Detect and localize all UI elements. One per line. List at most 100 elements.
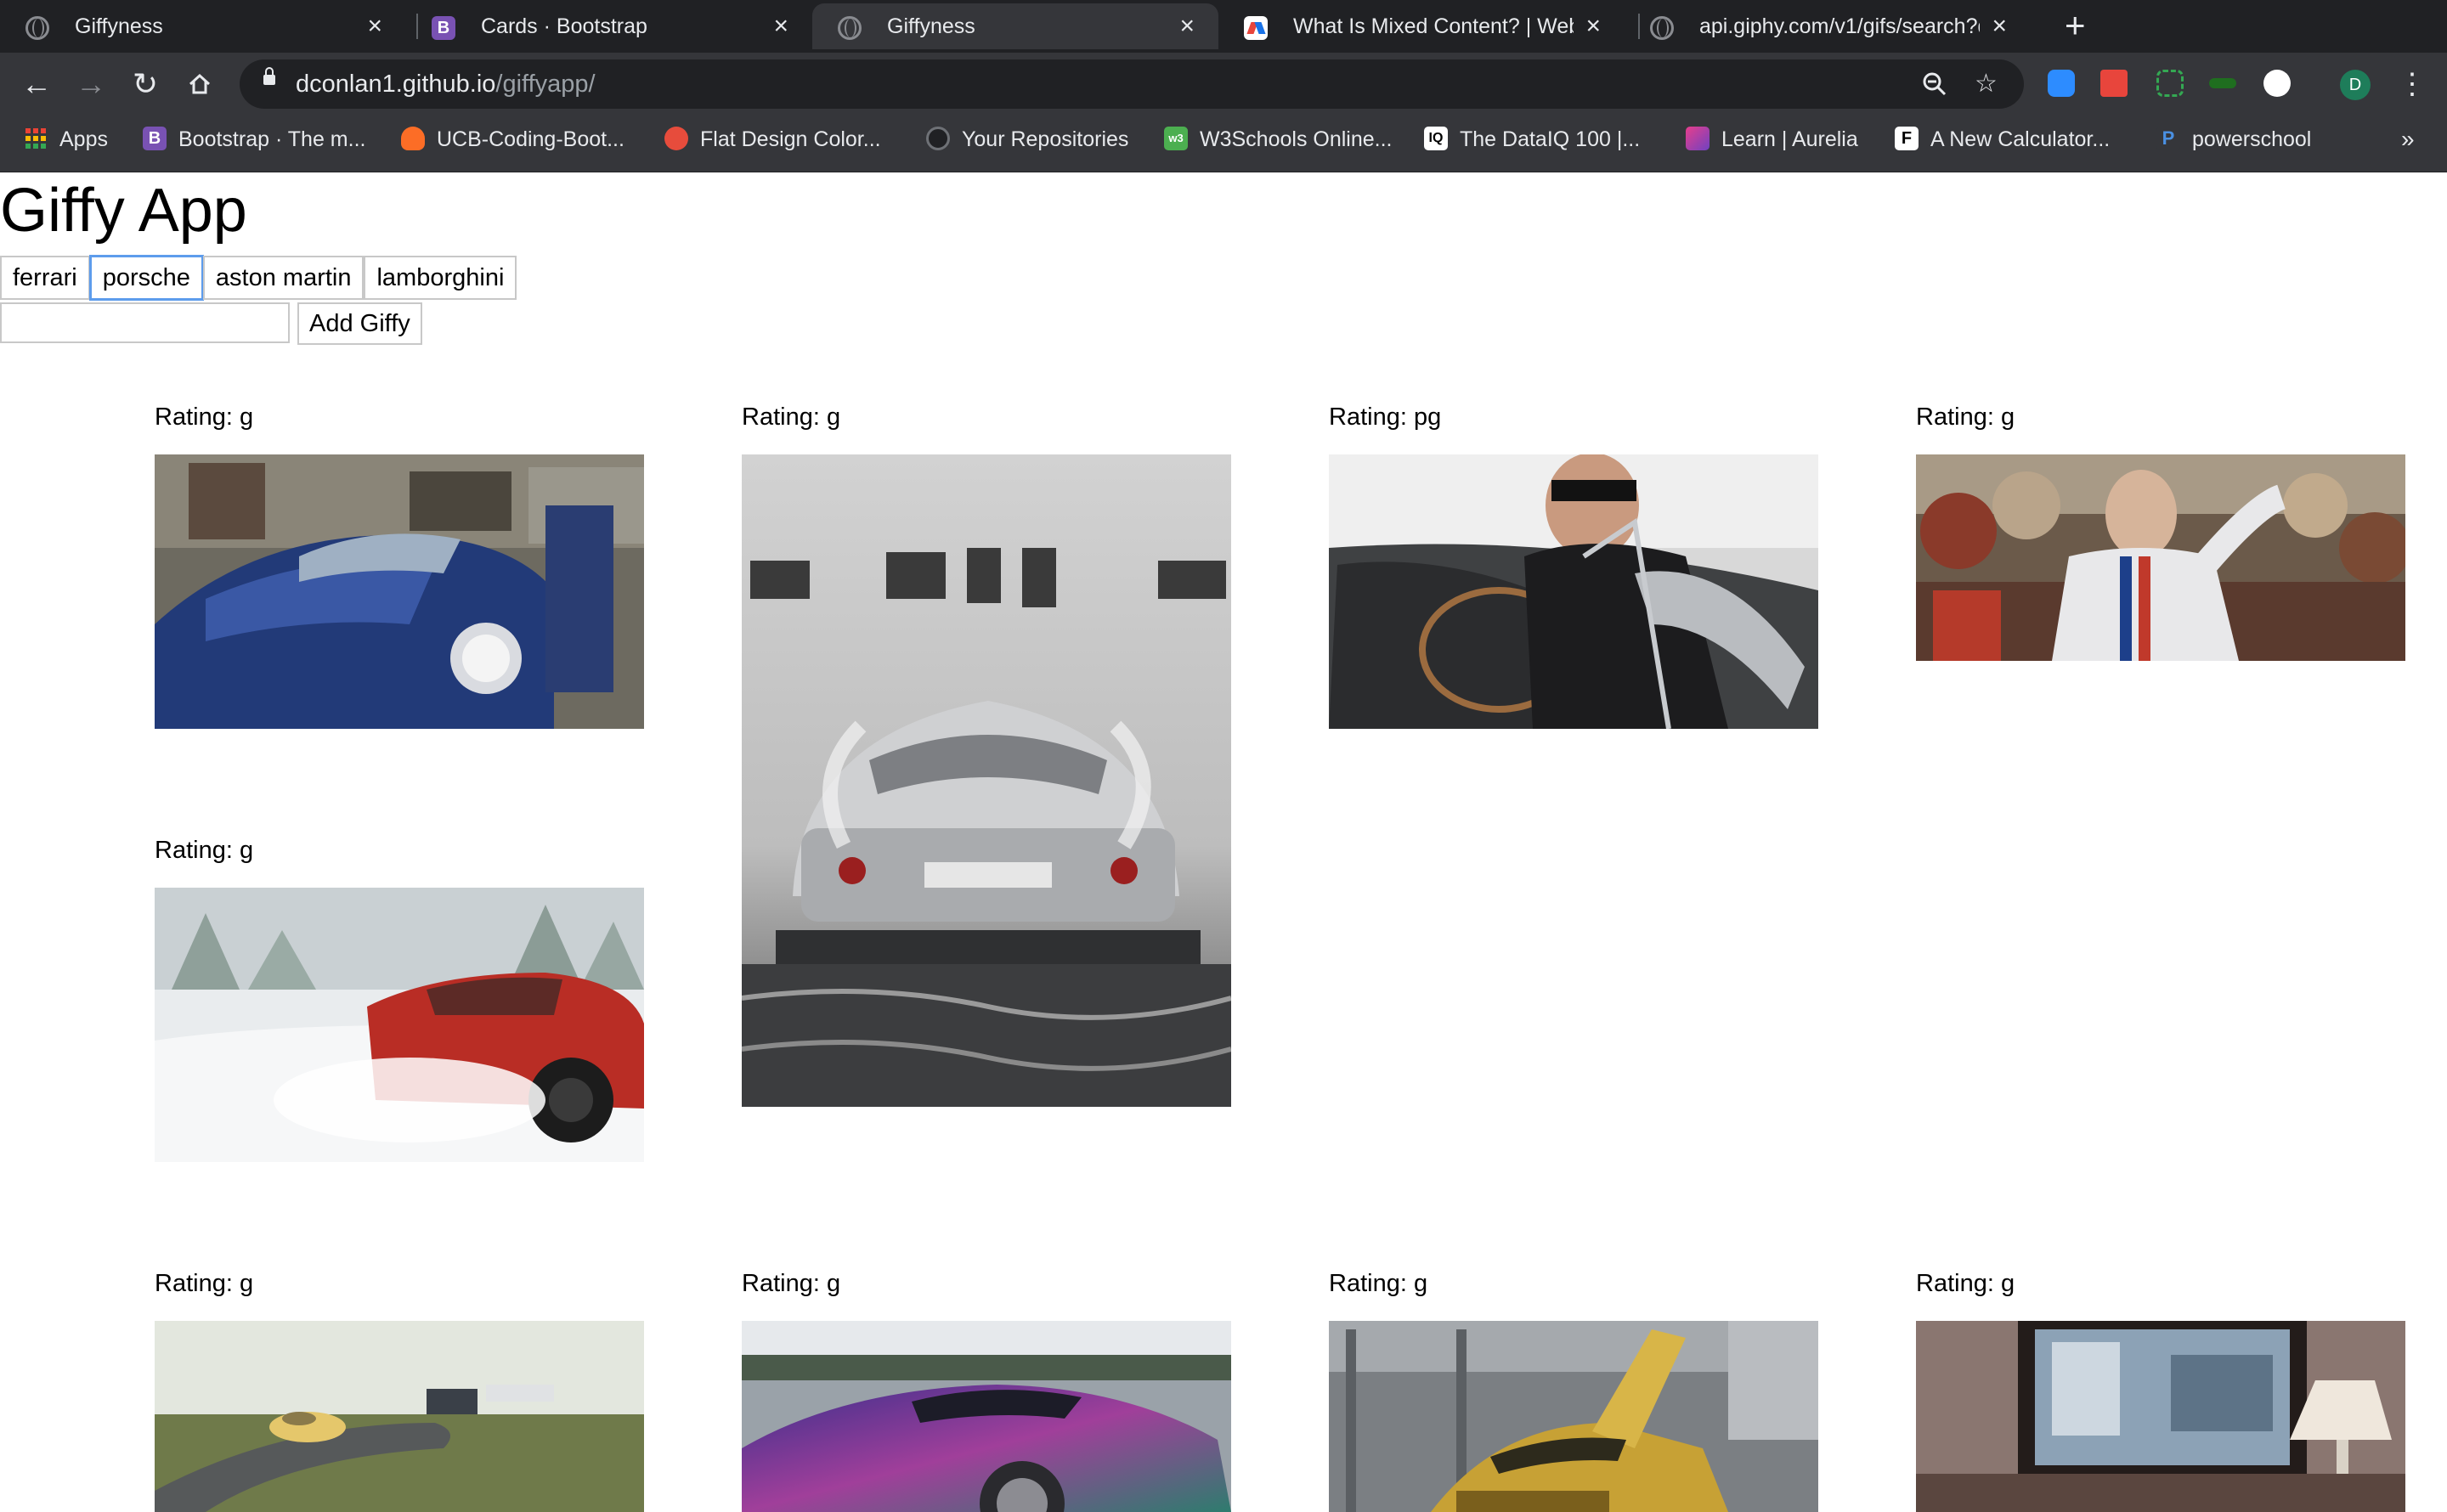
bookmark-ucb-coding[interactable]: UCB-Coding-Boot... [401,116,624,163]
gif-rating: Rating: g [742,1270,841,1297]
gif-image[interactable] [155,1321,644,1512]
close-tab-icon[interactable]: × [1585,3,1601,49]
bookmark-repositories[interactable]: Your Repositories [926,116,1128,163]
aurelia-icon [1686,127,1710,151]
bookmark-apps[interactable]: Apps [24,116,108,163]
gitlab-icon [401,127,425,151]
bookmark-w3schools[interactable]: w3 W3Schools Online... [1164,116,1393,163]
gif-image[interactable] [1329,1321,1818,1512]
bookmarks-bar: Apps B Bootstrap · The m... UCB-Coding-Bo… [0,116,2447,172]
bookmark-star-icon[interactable]: ☆ [1975,70,1998,99]
bookmark-label: The DataIQ 100 |... [1460,127,1641,151]
url-host: dconlan1.github.io [296,71,496,98]
gif-image[interactable] [155,888,644,1162]
tab-title: Giffyness [75,14,163,38]
browser-tab-5[interactable]: api.giphy.com/v1/gifs/search?q × [1625,3,2031,49]
f-icon: F [1895,127,1919,151]
page-title: Giffy App [0,177,247,245]
gif-rating: Rating: g [1916,1270,2015,1297]
profile-avatar[interactable]: D [2340,70,2371,100]
bookmark-label: Bootstrap · The m... [178,127,366,151]
browser-tab-3-active[interactable]: Giffyness × [812,3,1218,49]
gif-rating: Rating: pg [1329,403,1442,431]
topic-button-ferrari[interactable]: ferrari [0,256,90,300]
dataiq-icon: IQ [1424,127,1448,151]
bootstrap-icon: B [143,127,167,151]
bookmark-powerschool[interactable]: Ppowerschool [2156,116,2311,163]
tab-title: Giffyness [887,14,975,38]
gif-rating: Rating: g [1329,1270,1428,1297]
bookmarks-overflow-icon[interactable]: » [2401,116,2415,163]
globe-icon [25,16,49,40]
close-tab-icon[interactable]: × [773,3,788,49]
gif-rating: Rating: g [155,837,254,864]
bookmark-label: Your Repositories [962,127,1129,151]
browser-tab-strip: Giffyness × B Cards · Bootstrap × Giffyn… [0,0,2447,53]
new-topic-input[interactable] [0,302,290,343]
forward-arrow-icon[interactable]: → [68,61,114,107]
tab-title: What Is Mixed Content? | Web [1293,14,1574,38]
close-tab-icon[interactable]: × [1179,3,1195,49]
gif-image[interactable] [1916,1321,2405,1512]
bookmark-label: W3Schools Online... [1200,127,1393,151]
bookmark-label: Flat Design Color... [700,127,881,151]
zoom-icon[interactable] [1922,70,1947,104]
browser-tab-1[interactable]: Giffyness × [0,3,406,49]
gif-rating: Rating: g [155,403,254,431]
close-tab-icon[interactable]: × [1992,3,2007,49]
extension-icon[interactable] [2263,70,2291,97]
gif-image[interactable] [1329,454,1818,729]
bookmark-flat-design[interactable]: Flat Design Color... [664,116,881,163]
topic-button-porsche[interactable]: porsche [88,255,204,301]
zoom-extension-icon[interactable] [2048,70,2075,97]
browser-tab-2[interactable]: B Cards · Bootstrap × [406,3,812,49]
back-arrow-icon[interactable]: ← [14,61,59,107]
powerschool-icon: P [2156,127,2180,151]
gif-image[interactable] [1916,454,2405,661]
w3schools-icon: w3 [1164,127,1188,151]
bookmark-label: Learn | Aurelia [1721,127,1858,151]
home-icon[interactable] [177,61,223,107]
tab-title: Cards · Bootstrap [481,14,647,38]
address-bar[interactable]: dconlan1.github.io/giffyapp/ ☆ [240,59,2024,109]
browser-menu-icon[interactable]: ⋮ [2398,61,2427,107]
gif-image[interactable] [155,454,644,729]
gif-image[interactable] [742,454,1231,1107]
globe-icon [1650,16,1674,40]
battery-extension-icon[interactable] [2209,78,2236,88]
lock-icon [263,67,275,85]
globe-icon [838,16,862,40]
bookmark-label: A New Calculator... [1930,127,2111,151]
url-path: /giffyapp/ [495,71,596,98]
topic-button-aston-martin[interactable]: aston martin [202,256,365,300]
reload-icon[interactable]: ↻ [122,61,168,107]
browser-toolbar: ← → ↻ dconlan1.github.io/giffyapp/ ☆ D ⋮ [0,53,2447,116]
bookmark-label: powerschool [2192,127,2312,151]
screenshot-extension-icon[interactable] [2156,70,2184,97]
github-icon [926,127,950,151]
close-tab-icon[interactable]: × [367,3,382,49]
add-giffy-button[interactable]: Add Giffy [297,302,422,345]
new-tab-button[interactable]: + [2065,7,2086,44]
gif-image[interactable] [742,1321,1231,1512]
gif-rating: Rating: g [155,1270,254,1297]
bookmark-calculator[interactable]: F A New Calculator... [1895,116,2110,163]
tab-title: api.giphy.com/v1/gifs/search?q [1699,14,1980,38]
browser-tab-4[interactable]: What Is Mixed Content? | Web × [1218,3,1625,49]
bootstrap-icon: B [432,16,455,40]
gif-rating: Rating: g [742,403,841,431]
bookmark-label: UCB-Coding-Boot... [437,127,624,151]
page-content: Giffy App ferrari porsche aston martin l… [0,172,2447,1512]
web-dev-icon [1244,16,1268,40]
topic-button-group: ferrari porsche aston martin lamborghini [0,255,517,301]
bookmark-dataiq[interactable]: IQ The DataIQ 100 |... [1424,116,1640,163]
url-text: dconlan1.github.io/giffyapp/ [296,59,596,109]
bookmark-label: Apps [59,127,108,151]
bookmark-aurelia[interactable]: Learn | Aurelia [1686,116,1858,163]
bookmark-bootstrap[interactable]: B Bootstrap · The m... [143,116,365,163]
gif-rating: Rating: g [1916,403,2015,431]
apps-grid-icon [24,127,48,150]
screencast-extension-icon[interactable] [2100,70,2128,97]
topic-button-lamborghini[interactable]: lamborghini [364,256,517,300]
flat-design-icon [664,127,688,151]
